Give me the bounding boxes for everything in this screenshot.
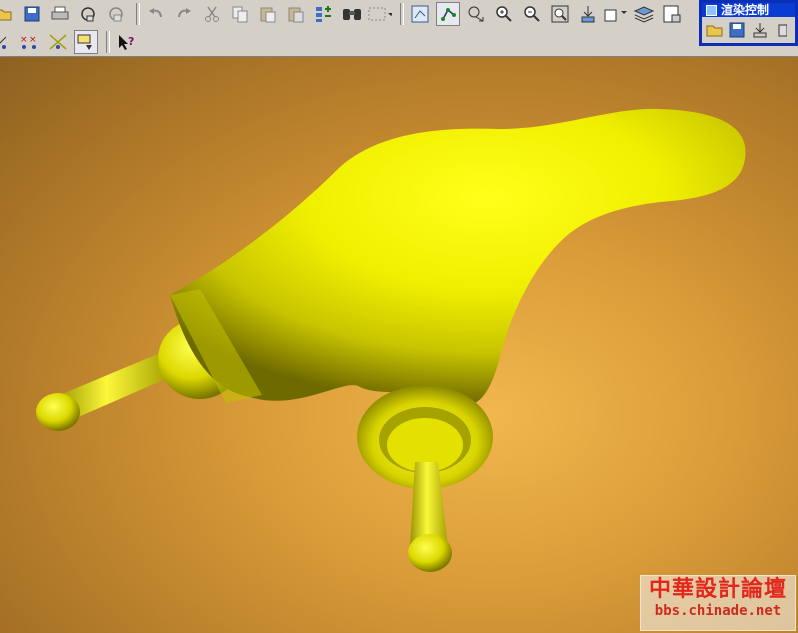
saved-view-icon[interactable] (408, 2, 432, 26)
datum-axis-icon[interactable]: × × (18, 30, 42, 54)
watermark-logo: 中華設計論壇 bbs.chinade.net (640, 575, 796, 631)
bottom-rod-tip (408, 534, 452, 572)
coord-sys-icon[interactable] (74, 30, 98, 54)
copy-view-icon[interactable] (104, 2, 128, 26)
render-control-title: 渲染控制 (721, 3, 770, 17)
copy-icon[interactable] (228, 2, 252, 26)
watermark-url: bbs.chinade.net (654, 603, 782, 619)
render-control-title-bar[interactable]: 渲染控制 (702, 3, 795, 17)
open-scene-icon[interactable] (706, 18, 724, 42)
paste-icon[interactable] (256, 2, 280, 26)
model-tree-icon[interactable] (660, 2, 684, 26)
redo-icon[interactable] (172, 2, 196, 26)
render-control-toolbar (702, 17, 795, 43)
export-icon[interactable] (751, 18, 769, 42)
spin-center-icon[interactable] (464, 2, 488, 26)
refit-icon[interactable] (548, 2, 572, 26)
find-icon[interactable] (340, 2, 364, 26)
main-toolbar: × × ? 渲染控制 (0, 0, 798, 57)
toolbar-row-1 (0, 0, 688, 28)
save-icon[interactable] (20, 2, 44, 26)
render-control-panel: 渲染控制 (699, 0, 798, 46)
svg-text:×: × (29, 35, 37, 45)
whats-this-icon[interactable]: ? (114, 30, 138, 54)
left-rod-tip (36, 393, 80, 431)
toolbar-separator (136, 3, 140, 25)
main-body (170, 108, 746, 405)
open-icon[interactable] (0, 2, 16, 26)
cut-view-icon[interactable] (76, 2, 100, 26)
more-icon[interactable] (773, 18, 791, 42)
undo-icon[interactable] (144, 2, 168, 26)
svg-text:×: × (20, 35, 28, 45)
watermark-site-name: 中華設計論壇 (648, 576, 787, 602)
paste-special-icon[interactable] (284, 2, 308, 26)
print-icon[interactable] (48, 2, 72, 26)
regenerate-icon[interactable] (312, 2, 336, 26)
yellow-3d-model (36, 108, 746, 572)
layers-icon[interactable] (632, 2, 656, 26)
zoom-out-icon[interactable] (520, 2, 544, 26)
svg-text:?: ? (128, 35, 134, 48)
toolbar-separator (400, 3, 404, 25)
cut-icon[interactable] (200, 2, 224, 26)
zoom-in-icon[interactable] (492, 2, 516, 26)
datum-point-icon[interactable] (46, 30, 70, 54)
save-scene-icon[interactable] (728, 18, 746, 42)
graphics-viewport[interactable]: 中華設計論壇 bbs.chinade.net (0, 57, 798, 633)
reorient-icon[interactable] (576, 2, 600, 26)
panel-window-icon (706, 4, 717, 16)
toolbar-row-2: × × ? (0, 28, 142, 56)
datum-plane-icon[interactable] (0, 30, 14, 54)
view-list-icon[interactable] (604, 2, 628, 26)
datum-display-icon[interactable] (436, 2, 460, 26)
select-box-icon[interactable] (368, 2, 392, 26)
toolbar-separator (106, 31, 110, 53)
